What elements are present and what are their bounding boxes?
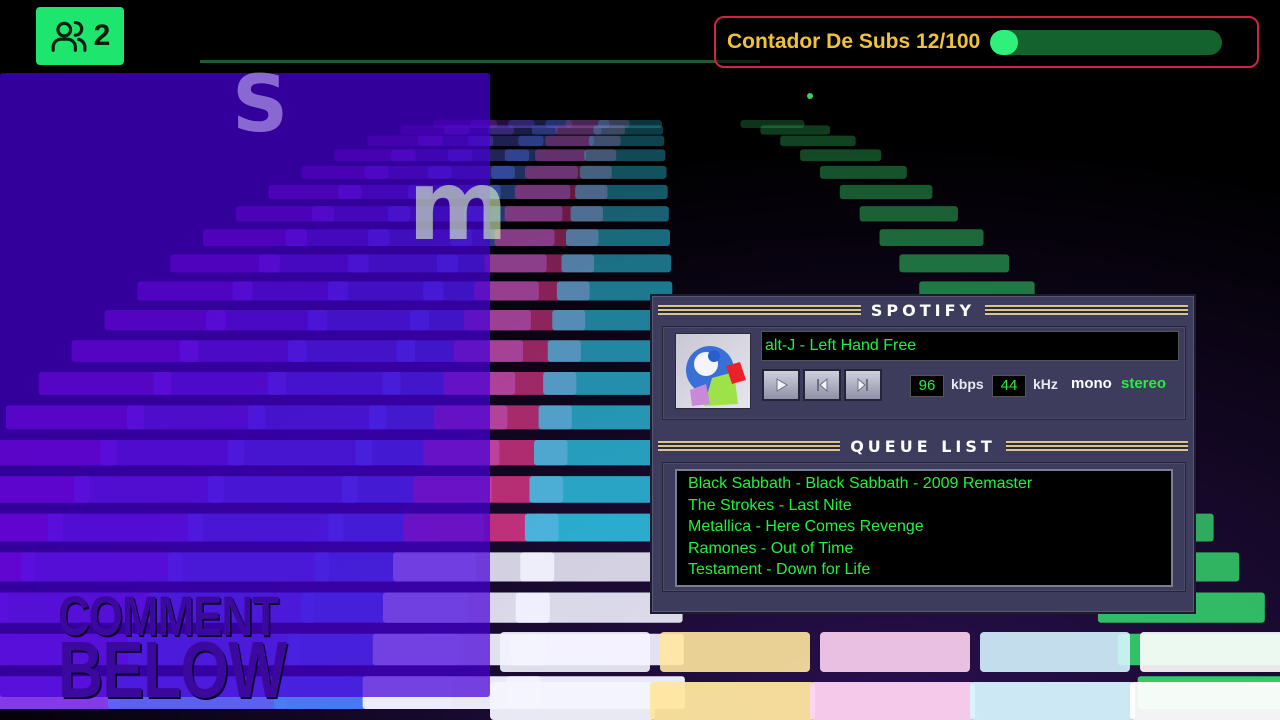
- stereo-indicator: stereo: [1121, 375, 1167, 392]
- play-icon: [776, 378, 788, 392]
- queue-item[interactable]: The Strokes - Last Nite: [688, 495, 1171, 517]
- previous-button[interactable]: [803, 369, 841, 401]
- comment-below-line2: BELOW: [58, 625, 287, 714]
- bitrate-unit: kbps: [951, 376, 984, 392]
- album-art: [675, 333, 751, 409]
- subscriber-progress-fill: [990, 29, 1019, 55]
- play-button[interactable]: [762, 369, 800, 401]
- users-icon: [51, 20, 87, 52]
- spotify-title-bar: SPOTIFY: [658, 300, 1189, 320]
- queue-panel: Black Sabbath - Black Sabbath - 2009 Rem…: [662, 462, 1186, 592]
- queue-item[interactable]: Ramones - Out of Time: [688, 538, 1171, 560]
- queue-title-bar: QUEUE LIST: [658, 436, 1189, 456]
- viewer-count-badge: 2: [36, 7, 124, 65]
- subscriber-counter-label: Contador De Subs 12/100: [727, 30, 981, 53]
- mono-indicator: mono: [1071, 375, 1112, 392]
- queue-item[interactable]: Black Sabbath - Black Sabbath - 2009 Rem…: [688, 473, 1171, 495]
- next-icon: [857, 377, 868, 393]
- next-button[interactable]: [844, 369, 882, 401]
- spotify-title: SPOTIFY: [870, 300, 976, 320]
- bitrate-value: 96: [910, 375, 944, 397]
- samplerate-value: 44: [992, 375, 1026, 397]
- queue-title: QUEUE LIST: [850, 436, 996, 456]
- viewer-count: 2: [93, 19, 111, 52]
- channel-logo-s: S: [232, 60, 289, 150]
- now-playing-panel: alt-J - Left Hand Free 96 kbps 44 kHz mo…: [662, 326, 1186, 420]
- subscriber-progress-track: [990, 29, 1223, 55]
- queue-item[interactable]: Metallica - Here Comes Revenge: [688, 516, 1171, 538]
- previous-icon: [817, 377, 828, 393]
- queue-list: Black Sabbath - Black Sabbath - 2009 Rem…: [675, 469, 1173, 587]
- queue-item[interactable]: Testament - Down for Life: [688, 559, 1171, 581]
- samplerate-unit: kHz: [1033, 376, 1058, 392]
- now-playing-track: alt-J - Left Hand Free: [761, 331, 1179, 361]
- channel-logo-m: m: [408, 150, 509, 262]
- subscriber-counter: Contador De Subs 12/100: [714, 16, 1259, 68]
- spotify-player-widget: SPOTIFY alt-J - Left Hand Free 96 kbps 4…: [650, 294, 1196, 614]
